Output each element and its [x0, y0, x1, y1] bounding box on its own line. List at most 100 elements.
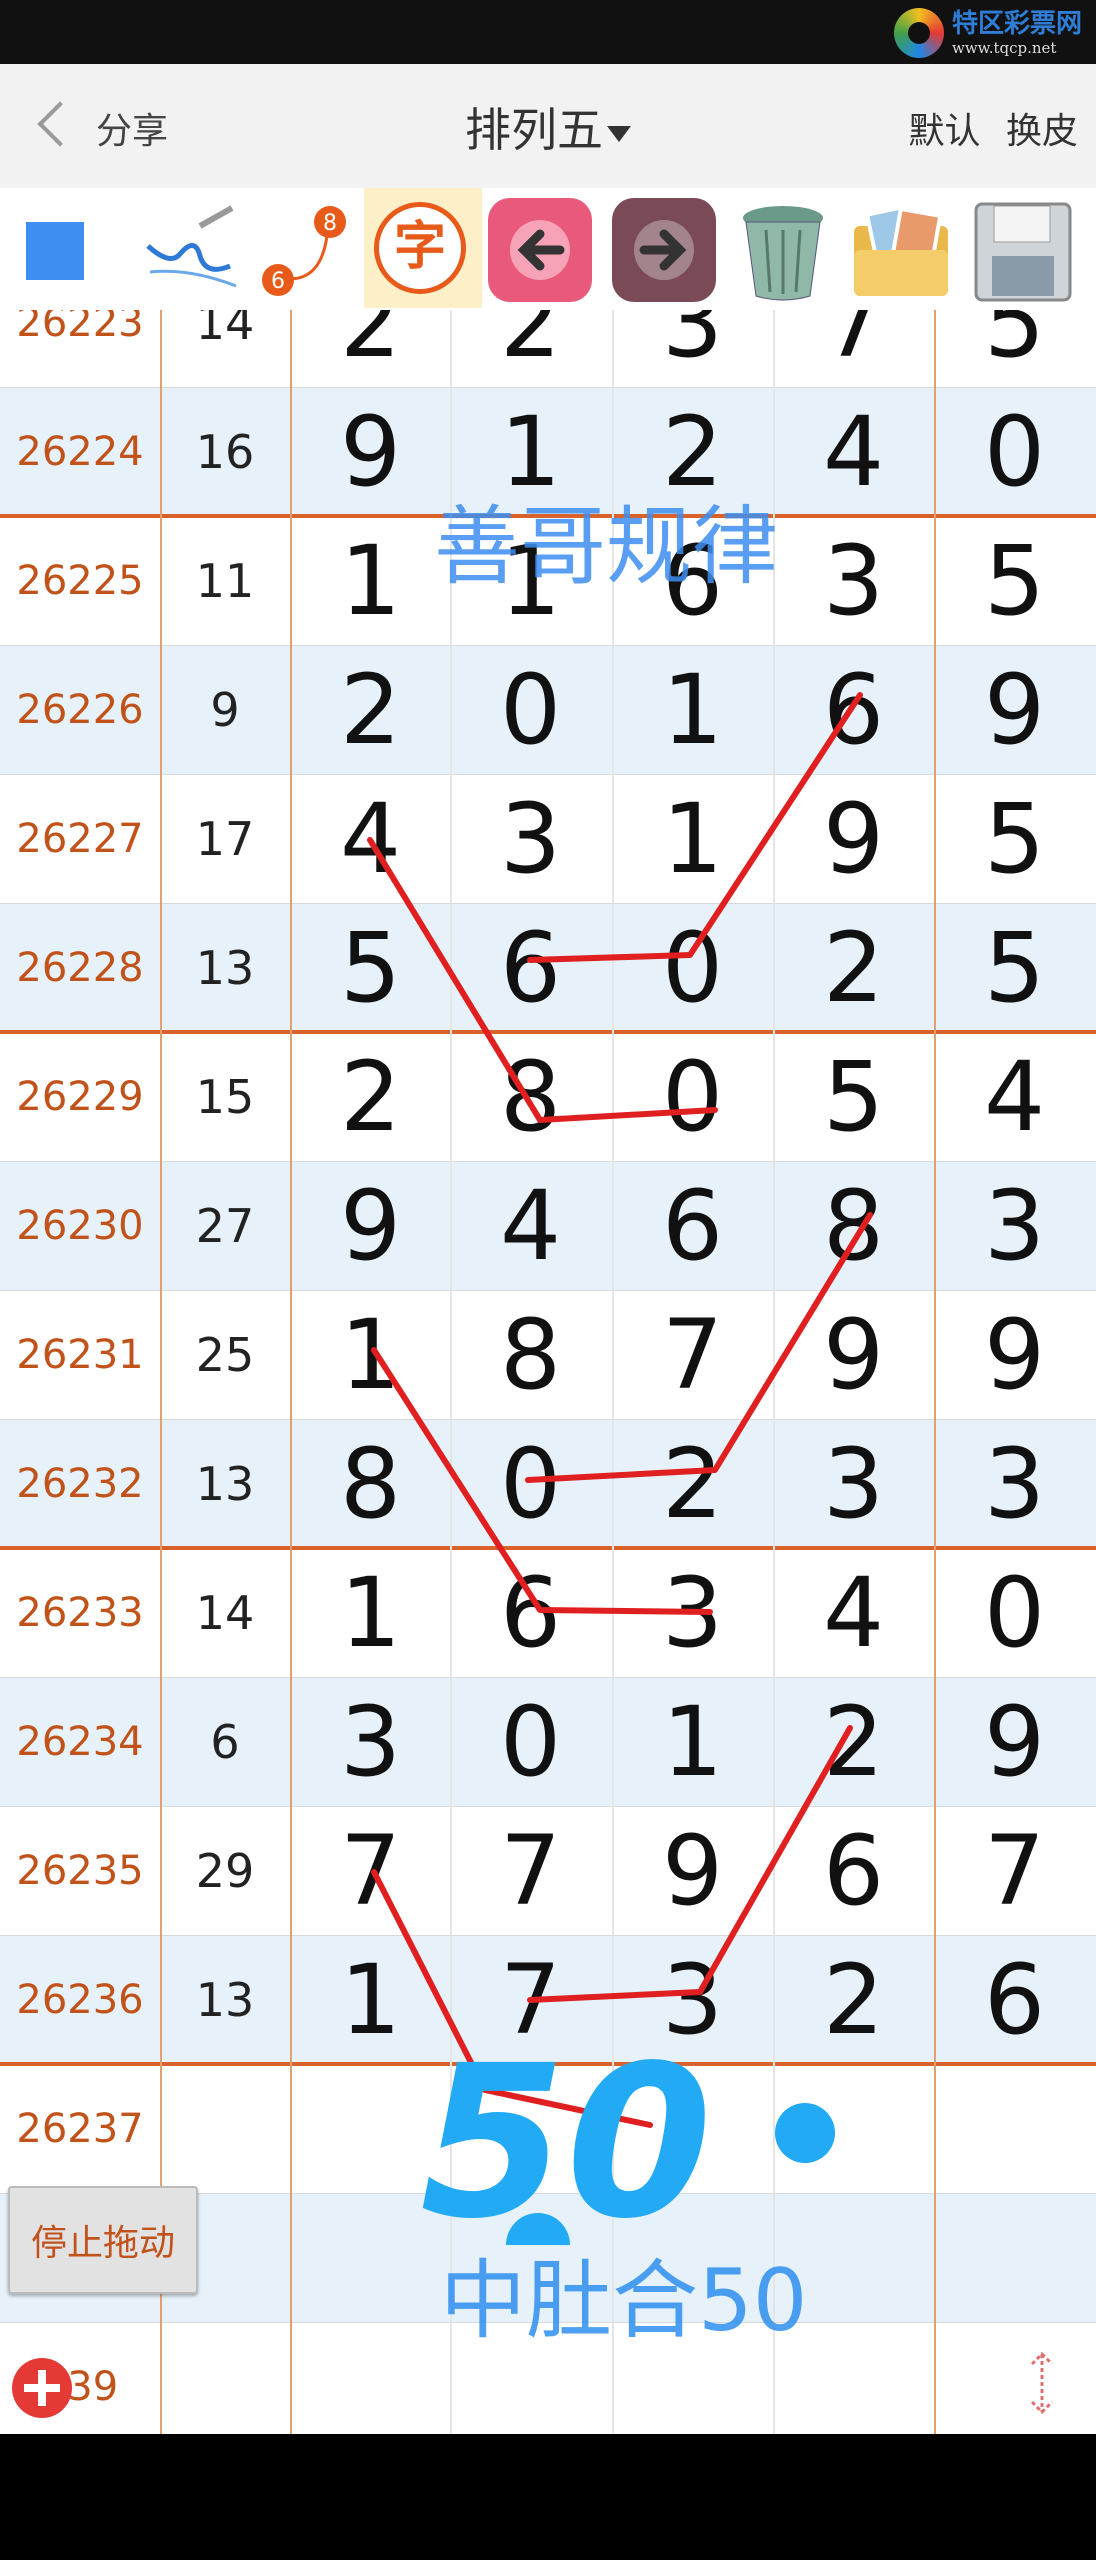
digit-cell[interactable]: 0 [934, 1548, 1095, 1677]
digit-cell[interactable] [290, 2322, 451, 2434]
digit-cell[interactable]: 2 [773, 1677, 934, 1806]
digit-cell[interactable]: 2 [612, 1419, 773, 1548]
digit-cell[interactable]: 2 [773, 903, 934, 1032]
digit-cell[interactable]: 3 [934, 1161, 1095, 1290]
table-row[interactable]: 26230 27 9 4 6 8 3 [0, 1161, 1096, 1290]
digit-cell[interactable]: 5 [773, 1032, 934, 1161]
digit-cell[interactable]: 9 [773, 1290, 934, 1419]
digit-cell[interactable]: 4 [290, 774, 451, 903]
digit-cell[interactable]: 0 [450, 1677, 611, 1806]
digit-cell[interactable]: 2 [450, 310, 611, 387]
digit-cell[interactable]: 3 [934, 1419, 1095, 1548]
digit-cell[interactable]: 1 [290, 516, 451, 645]
digit-cell[interactable]: 0 [934, 387, 1095, 516]
digit-cell[interactable]: 8 [450, 1032, 611, 1161]
change-skin-button[interactable]: 换皮 [1006, 111, 1078, 152]
results-table[interactable]: 26223 14 2 2 3 7 5 26224 16 9 1 2 4 0 26225 11 1 1 6 3 5 2622… [0, 310, 1096, 2434]
color-square-icon[interactable] [26, 222, 84, 280]
table-row[interactable]: 26229 15 2 8 0 5 4 [0, 1032, 1096, 1161]
table-row[interactable]: 26235 29 7 7 9 6 7 [0, 1806, 1096, 1935]
digit-cell[interactable]: 9 [612, 1806, 773, 1935]
digit-cell[interactable]: 5 [290, 903, 451, 1032]
digit-cell[interactable]: 9 [934, 645, 1095, 774]
add-row-icon[interactable] [12, 2358, 72, 2418]
digit-cell[interactable]: 5 [934, 903, 1095, 1032]
resize-arrows-icon[interactable] [1018, 2348, 1066, 2418]
table-row[interactable]: 26227 17 4 3 1 9 5 [0, 774, 1096, 903]
digit-cell[interactable]: 7 [290, 1806, 451, 1935]
digit-cell[interactable]: 2 [290, 1032, 451, 1161]
digit-cell[interactable]: 4 [450, 1161, 611, 1290]
digit-cell[interactable]: 3 [773, 516, 934, 645]
digit-cell[interactable]: 7 [450, 1806, 611, 1935]
digit-cell[interactable]: 0 [612, 903, 773, 1032]
sum-value: 11 [195, 553, 255, 608]
row-divider [0, 1677, 1096, 1678]
table-row[interactable]: 26232 13 8 0 2 3 3 [0, 1419, 1096, 1548]
digit-cell[interactable]: 9 [934, 1677, 1095, 1806]
digit-cell[interactable]: 6 [450, 903, 611, 1032]
sum-value: 14 [195, 310, 255, 350]
trash-icon[interactable] [728, 196, 838, 306]
digit-cell[interactable]: 9 [290, 1161, 451, 1290]
table-row[interactable]: 26228 13 5 6 0 2 5 [0, 903, 1096, 1032]
digit-cell[interactable]: 1 [290, 1548, 451, 1677]
redo-arrow-icon [639, 229, 687, 271]
digit-cell[interactable]: 6 [934, 1935, 1095, 2064]
digit-cell[interactable]: 8 [450, 1290, 611, 1419]
digit-cell[interactable]: 1 [612, 1677, 773, 1806]
text-tool-button[interactable]: 字 [364, 188, 482, 308]
row-divider [0, 1419, 1096, 1420]
default-button[interactable]: 默认 [909, 111, 981, 152]
digit-cell[interactable]: 8 [773, 1161, 934, 1290]
digit-cell[interactable]: 1 [612, 774, 773, 903]
digit-cell[interactable]: 0 [450, 645, 611, 774]
digit-cell[interactable]: 7 [934, 1806, 1095, 1935]
digit-cell[interactable]: 2 [290, 645, 451, 774]
save-floppy-icon[interactable] [968, 196, 1078, 306]
sum-value: 9 [210, 682, 240, 737]
digit-cell[interactable]: 4 [934, 1032, 1095, 1161]
digit-cell[interactable]: 4 [773, 1548, 934, 1677]
digit-cell[interactable]: 7 [773, 310, 934, 387]
digit-cell[interactable]: 4 [773, 387, 934, 516]
row-divider [0, 645, 1096, 646]
digit-cell[interactable] [934, 2064, 1095, 2193]
digit-cell[interactable]: 9 [934, 1290, 1095, 1419]
digit-cell[interactable]: 9 [773, 774, 934, 903]
digit-cell[interactable]: 6 [612, 1161, 773, 1290]
digit-cell[interactable]: 5 [934, 774, 1095, 903]
dots-connector-icon[interactable]: 8 6 [254, 196, 364, 306]
digit-cell[interactable]: 2 [290, 310, 451, 387]
digit-cell[interactable]: 8 [290, 1419, 451, 1548]
pen-icon[interactable] [140, 196, 250, 306]
undo-button[interactable] [488, 198, 592, 302]
digit-cell[interactable] [934, 2322, 1095, 2434]
digit-cell[interactable]: 3 [290, 1677, 451, 1806]
stop-drag-button[interactable]: 停止拖动 [8, 2186, 198, 2294]
digit-cell[interactable]: 7 [612, 1290, 773, 1419]
digit-cell[interactable]: 6 [773, 645, 934, 774]
group-divider [0, 1030, 1096, 1034]
photo-folder-icon[interactable] [846, 196, 956, 306]
digit-cell[interactable]: 6 [450, 1548, 611, 1677]
digit-cell[interactable]: 5 [934, 310, 1095, 387]
digit-cell[interactable]: 0 [450, 1419, 611, 1548]
digit-cell[interactable]: 3 [612, 1548, 773, 1677]
digit-cell[interactable]: 1 [612, 645, 773, 774]
digit-cell[interactable]: 1 [290, 1290, 451, 1419]
table-row[interactable]: 26234 6 3 0 1 2 9 [0, 1677, 1096, 1806]
digit-cell[interactable]: 6 [773, 1806, 934, 1935]
digit-cell[interactable]: 9 [290, 387, 451, 516]
digit-cell[interactable] [934, 2193, 1095, 2322]
digit-cell[interactable]: 0 [612, 1032, 773, 1161]
table-row[interactable]: 26231 25 1 8 7 9 9 [0, 1290, 1096, 1419]
redo-button[interactable] [612, 198, 716, 302]
digit-cell[interactable]: 3 [773, 1419, 934, 1548]
table-row[interactable]: 26233 14 1 6 3 4 0 [0, 1548, 1096, 1677]
digit-cell[interactable]: 3 [612, 310, 773, 387]
table-row[interactable]: 26226 9 2 0 1 6 9 [0, 645, 1096, 774]
digit-cell[interactable]: 3 [450, 774, 611, 903]
table-row[interactable]: 26223 14 2 2 3 7 5 [0, 310, 1096, 387]
digit-cell[interactable]: 5 [934, 516, 1095, 645]
